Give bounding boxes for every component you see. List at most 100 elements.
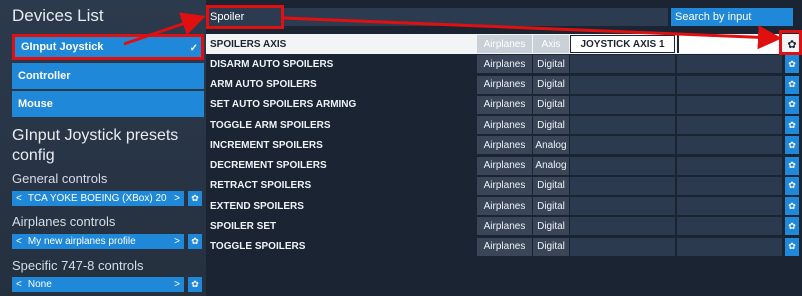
- binding-row[interactable]: TOGGLE ARM SPOILERS Airplanes Digital ✿: [206, 115, 802, 135]
- binding-row[interactable]: SPOILER SET Airplanes Digital ✿: [206, 216, 802, 236]
- input-slot-secondary[interactable]: [677, 116, 782, 134]
- device-mouse-button[interactable]: Mouse: [12, 91, 204, 117]
- binding-name: EXTEND SPOILERS: [210, 200, 304, 212]
- check-icon: ✓: [189, 43, 198, 54]
- input-slot-secondary[interactable]: [677, 217, 782, 236]
- input-slot-primary[interactable]: [570, 176, 675, 195]
- binding-name: DECREMENT SPOILERS: [210, 160, 327, 171]
- chevron-right-icon[interactable]: >: [174, 193, 180, 204]
- binding-category: Airplanes: [477, 176, 532, 195]
- input-slot-secondary[interactable]: [677, 95, 782, 114]
- binding-name: SPOILER SET: [210, 220, 277, 232]
- devices-list-title: Devices List: [12, 6, 104, 25]
- binding-category: Airplanes: [477, 197, 532, 215]
- gear-icon[interactable]: ✿: [785, 197, 799, 215]
- binding-category: Airplanes: [477, 75, 532, 94]
- binding-name: ARM AUTO SPOILERS: [210, 79, 317, 90]
- input-slot-primary[interactable]: [570, 136, 675, 155]
- binding-row[interactable]: EXTEND SPOILERS Airplanes Digital ✿: [206, 196, 802, 216]
- input-slot-secondary[interactable]: [677, 156, 782, 175]
- binding-type: Digital: [533, 95, 569, 114]
- gear-icon[interactable]: ✿: [785, 136, 799, 155]
- binding-name: SPOILERS AXIS: [210, 38, 287, 50]
- binding-row[interactable]: RETRACT SPOILERS Airplanes Digital ✿: [206, 176, 802, 196]
- presets-config-title: GInput Joystick presets config: [12, 127, 179, 164]
- chevron-left-icon[interactable]: <: [16, 279, 22, 290]
- input-slot-primary[interactable]: [570, 116, 675, 134]
- input-slot-primary[interactable]: [570, 197, 675, 215]
- binding-category: Airplanes: [477, 95, 532, 114]
- binding-type: Digital: [533, 55, 569, 74]
- binding-type: Analog: [533, 156, 569, 175]
- binding-name: DISARM AUTO SPOILERS: [210, 58, 334, 70]
- chevron-right-icon[interactable]: >: [174, 279, 180, 290]
- input-slot-secondary[interactable]: [677, 237, 782, 256]
- gear-icon[interactable]: ✿: [785, 217, 799, 236]
- gear-icon[interactable]: ✿: [785, 116, 799, 134]
- input-slot-secondary[interactable]: [677, 75, 782, 94]
- binding-name: TOGGLE ARM SPOILERS: [210, 119, 331, 131]
- input-slot-secondary[interactable]: [677, 176, 782, 195]
- chevron-left-icon[interactable]: <: [16, 236, 22, 247]
- input-slot-primary[interactable]: [570, 95, 675, 114]
- binding-row[interactable]: SPOILERS AXIS Airplanes Axis JOYSTICK AXIS …: [206, 34, 802, 54]
- airplanes-controls-row: < My new airplanes profile > ✿: [12, 234, 202, 249]
- binding-name: SET AUTO SPOILERS ARMING: [210, 99, 357, 111]
- input-slot-primary[interactable]: [570, 55, 675, 74]
- airplanes-controls-value: My new airplanes profile: [27, 236, 136, 247]
- gear-icon[interactable]: ✿: [785, 95, 799, 114]
- input-slot-primary[interactable]: [570, 237, 675, 256]
- gear-icon[interactable]: ✿: [188, 191, 202, 206]
- binding-type: Digital: [533, 75, 569, 94]
- device-label: Controller: [18, 70, 71, 82]
- gear-icon[interactable]: ✿: [785, 237, 799, 256]
- gear-icon[interactable]: ✿: [785, 55, 799, 74]
- gear-icon[interactable]: ✿: [188, 277, 202, 292]
- binding-category: Airplanes: [477, 237, 532, 256]
- general-controls-label: General controls: [12, 171, 108, 186]
- input-slot-secondary[interactable]: [677, 136, 782, 155]
- input-slot-primary[interactable]: [570, 217, 675, 236]
- chevron-left-icon[interactable]: <: [16, 193, 22, 204]
- binding-category: Airplanes: [477, 156, 532, 175]
- chevron-right-icon[interactable]: >: [174, 236, 180, 247]
- input-slot-primary[interactable]: JOYSTICK AXIS 1: [570, 35, 675, 53]
- input-slot-secondary[interactable]: [677, 197, 782, 215]
- specific-controls-value: None: [27, 279, 52, 290]
- binding-name: INCREMENT SPOILERS: [210, 139, 323, 151]
- device-ginput-joystick-button[interactable]: GInput Joystick ✓: [12, 34, 204, 60]
- binding-category: Airplanes: [477, 217, 532, 236]
- binding-name: RETRACT SPOILERS: [210, 180, 312, 192]
- binding-row[interactable]: DECREMENT SPOILERS Airplanes Analog ✿: [206, 156, 802, 176]
- device-controller-button[interactable]: Controller: [12, 63, 204, 89]
- binding-category: Airplanes: [477, 116, 532, 134]
- gear-icon[interactable]: ✿: [785, 176, 799, 195]
- input-slot-primary[interactable]: [570, 75, 675, 94]
- input-slot-secondary[interactable]: [677, 55, 782, 74]
- general-controls-value: TCA YOKE BOEING (XBox) 20: [27, 193, 167, 204]
- gear-icon[interactable]: ✿: [785, 156, 799, 175]
- general-controls-row: < TCA YOKE BOEING (XBox) 20 > ✿: [12, 191, 202, 206]
- search-mode-label: Search by input: [675, 11, 752, 23]
- general-controls-select[interactable]: < TCA YOKE BOEING (XBox) 20 >: [12, 191, 184, 206]
- gear-icon[interactable]: ✿: [188, 234, 202, 249]
- binding-row[interactable]: TOGGLE SPOILERS Airplanes Digital ✿: [206, 237, 802, 257]
- binding-row[interactable]: ARM AUTO SPOILERS Airplanes Digital ✿: [206, 75, 802, 95]
- binding-type: Digital: [533, 116, 569, 134]
- binding-row[interactable]: SET AUTO SPOILERS ARMING Airplanes Digital…: [206, 95, 802, 115]
- input-slot-primary[interactable]: [570, 156, 675, 175]
- binding-type: Digital: [533, 176, 569, 195]
- bindings-list: SPOILERS AXIS Airplanes Axis JOYSTICK AXIS …: [206, 34, 802, 257]
- search-mode-button[interactable]: Search by input: [671, 8, 793, 26]
- gear-icon[interactable]: ✿: [785, 75, 799, 94]
- binding-row[interactable]: DISARM AUTO SPOILERS Airplanes Digital ✿: [206, 54, 802, 74]
- specific-controls-label: Specific 747-8 controls: [12, 258, 144, 273]
- annotation-box: [779, 30, 802, 55]
- airplanes-controls-select[interactable]: < My new airplanes profile >: [12, 234, 184, 249]
- binding-category: Airplanes: [477, 136, 532, 155]
- binding-row[interactable]: INCREMENT SPOILERS Airplanes Analog ✿: [206, 135, 802, 155]
- specific-controls-row: < None > ✿: [12, 277, 202, 292]
- specific-controls-select[interactable]: < None >: [12, 277, 184, 292]
- annotation-box: [206, 5, 284, 29]
- input-slot-secondary[interactable]: [677, 35, 782, 53]
